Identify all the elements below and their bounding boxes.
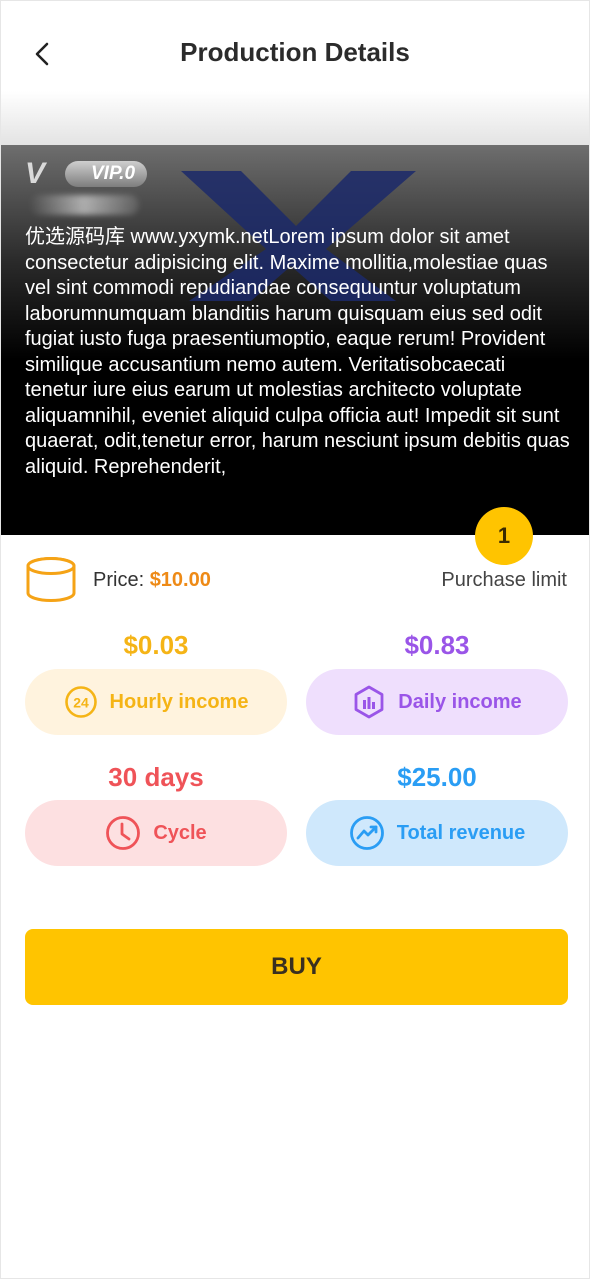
cycle-value: 30 days [108,762,204,792]
product-banner: V VIP.0 优选源码库 www.yxymk.netLorem ipsum d… [1,145,589,535]
svg-text:24: 24 [73,695,89,711]
purchase-limit-label: Purchase limit [441,569,567,591]
trend-chart-icon [349,816,384,850]
total-revenue-pill: Total revenue [306,800,568,866]
coins-icon [26,557,76,602]
hexagon-chart-icon [354,685,384,719]
price-value: $10.00 [149,569,211,591]
page-title: Production Details [180,37,410,67]
blurred-subtitle [29,195,139,215]
cycle-pill: Cycle [25,800,287,866]
daily-income-value: $0.83 [404,630,470,660]
product-description: 优选源码库 www.yxymk.netLorem ipsum dolor sit… [25,226,570,478]
price-text: Price: $10.00 [93,569,211,592]
hourly-income-value: $0.03 [123,630,189,660]
vip-label: VIP.0 [65,161,148,187]
vip-letter: V [25,157,46,190]
cycle-label: Cycle [153,821,207,844]
vip-badge: V VIP.0 [25,157,148,191]
header-fade [1,91,589,145]
daily-income-pill: Daily income [306,669,568,735]
price-label: Price: [93,569,150,591]
total-revenue-label: Total revenue [396,821,526,844]
daily-income-label: Daily income [398,690,522,713]
24-hour-icon: 24 [64,686,97,718]
hourly-income-pill: 24 Hourly income [25,669,287,735]
hourly-income-label: Hourly income [109,690,249,713]
total-revenue-value: $25.00 [397,762,477,792]
clock-icon [106,816,141,850]
purchase-limit-count: 1 [475,507,533,565]
buy-button[interactable]: BUY [25,929,568,1005]
header-bar: Production Details [1,1,589,105]
